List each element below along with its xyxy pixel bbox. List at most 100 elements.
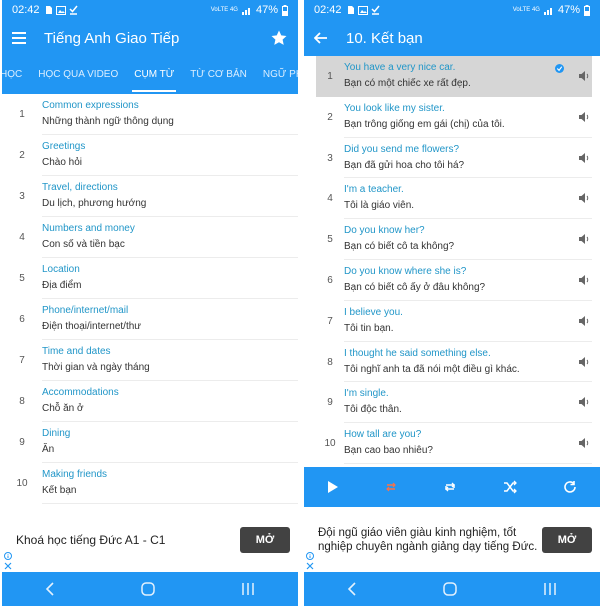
system-nav-bar xyxy=(304,572,600,606)
item-number: 3 xyxy=(19,191,25,202)
phrase-vietnamese: Tôi nghĩ anh ta đã nói một điều gì khác. xyxy=(344,363,520,375)
speaker-icon[interactable] xyxy=(578,192,590,204)
battery-icon xyxy=(584,4,590,16)
phrase-vietnamese: Bạn cao bao nhiêu? xyxy=(344,445,433,457)
list-item[interactable]: 7 Time and dates Thời gian và ngày tháng xyxy=(2,340,298,381)
ad-close-icon[interactable] xyxy=(306,562,314,570)
tab-cum-tu[interactable]: CỤM TỪ xyxy=(126,56,182,94)
phrase-english: I'm a teacher. xyxy=(344,184,404,196)
item-number: 6 xyxy=(19,314,25,325)
speaker-icon[interactable] xyxy=(578,233,590,245)
app-bar: Tiếng Anh Giao Tiếp xyxy=(2,20,298,56)
app-title: Tiếng Anh Giao Tiếp xyxy=(44,29,180,47)
list-item[interactable]: 4 Numbers and money Con số và tiền bạc xyxy=(2,217,298,258)
item-english: Numbers and money xyxy=(42,223,135,234)
phrase-number: 10 xyxy=(324,438,336,450)
list-item[interactable]: 1 Common expressions Những thành ngữ thông… xyxy=(2,94,298,135)
phrase-number: 5 xyxy=(327,234,333,246)
ad-info-icon[interactable] xyxy=(306,552,314,560)
item-english: Location xyxy=(42,264,80,275)
phrase-row[interactable]: 2 You look like my sister. Bạn trông giống… xyxy=(304,97,600,138)
item-vietnamese: Du lịch, phương hướng xyxy=(42,198,147,209)
phrase-row[interactable]: 7 I believe you. Tôi tin bạn. xyxy=(304,301,600,342)
phrase-number: 7 xyxy=(327,315,333,327)
home-icon[interactable] xyxy=(443,582,457,596)
ad-open-button[interactable]: MỞ xyxy=(542,527,592,553)
recents-icon[interactable] xyxy=(241,583,255,595)
item-number: 5 xyxy=(19,273,25,284)
item-number: 8 xyxy=(19,396,25,407)
category-list: 1 Common expressions Những thành ngữ thông… xyxy=(2,94,298,504)
menu-icon[interactable] xyxy=(12,32,26,44)
item-number: 1 xyxy=(19,109,25,120)
list-item[interactable]: 2 Greetings Chào hỏi xyxy=(2,135,298,176)
speaker-icon[interactable] xyxy=(578,152,590,164)
list-item[interactable]: 8 Accommodations Chỗ ăn ở xyxy=(2,381,298,422)
speaker-icon[interactable] xyxy=(578,274,590,286)
tab-tu-co-ban[interactable]: TỪ CƠ BẢN xyxy=(182,56,255,94)
list-item[interactable]: 3 Travel, directions Du lịch, phương hướng xyxy=(2,176,298,217)
phrase-vietnamese: Bạn có biết cô ấy ở đâu không? xyxy=(344,281,486,293)
list-item[interactable]: 9 Dining Ăn xyxy=(2,422,298,463)
signal-icon xyxy=(241,7,250,15)
network-label: VoLTE 4G xyxy=(210,7,238,13)
image-icon xyxy=(55,5,66,15)
phrase-number: 9 xyxy=(327,397,333,409)
item-vietnamese: Chỗ ăn ở xyxy=(42,403,84,414)
phrase-row[interactable]: 9 I'm single. Tôi độc thân. xyxy=(304,382,600,424)
phrase-number: 3 xyxy=(327,152,333,164)
ad-info-icon[interactable] xyxy=(4,552,12,560)
item-english: Common expressions xyxy=(42,100,139,111)
list-item[interactable]: 6 Phone/internet/mail Điện thoại/internet/… xyxy=(2,299,298,340)
phrase-english: I believe you. xyxy=(344,306,403,318)
list-item[interactable]: 5 Location Địa điểm xyxy=(2,258,298,299)
phrase-row[interactable]: 10 How tall are you? Bạn cao bao nhiêu? xyxy=(304,423,600,464)
speaker-icon[interactable] xyxy=(578,396,590,408)
category-tabs: HỌC HỌC QUA VIDEO CỤM TỪ TỪ CƠ BẢN NGỮ P… xyxy=(2,56,298,94)
home-icon[interactable] xyxy=(141,582,155,596)
phrase-english: Do you know where she is? xyxy=(344,265,467,277)
speaker-icon[interactable] xyxy=(578,356,590,368)
refresh-icon[interactable] xyxy=(563,480,577,494)
item-number: 10 xyxy=(16,478,28,489)
phrase-row[interactable]: 6 Do you know where she is? Bạn có biết cô… xyxy=(304,260,600,301)
repeat-icon[interactable] xyxy=(443,480,457,494)
phrase-row[interactable]: 4 I'm a teacher. Tôi là giáo viên. xyxy=(304,178,600,220)
ad-close-icon[interactable] xyxy=(4,562,12,570)
star-icon[interactable] xyxy=(270,29,288,47)
ad-banner[interactable]: Đội ngũ giáo viên giàu kinh nghiệm, tốt … xyxy=(304,508,600,572)
play-icon[interactable] xyxy=(327,480,339,494)
speaker-icon[interactable] xyxy=(578,70,590,82)
list-item[interactable]: 10 Making friends Kết bạn xyxy=(2,463,298,504)
phrase-row[interactable]: 5 Do you know her? Bạn có biết cô ta không… xyxy=(304,219,600,260)
speaker-icon[interactable] xyxy=(578,437,590,449)
tab-ngu-phap[interactable]: NGỮ PHÁ xyxy=(255,56,298,94)
ad-open-button[interactable]: MỞ xyxy=(240,527,290,553)
item-number: 4 xyxy=(19,232,25,243)
tab-hoc-qua-video[interactable]: HỌC QUA VIDEO xyxy=(30,56,126,94)
back-icon[interactable] xyxy=(347,582,357,596)
shuffle-icon[interactable] xyxy=(503,480,517,494)
download-done-icon xyxy=(371,5,380,15)
phrase-row[interactable]: 8 I thought he said something else. Tôi ng… xyxy=(304,342,600,383)
item-vietnamese: Những thành ngữ thông dụng xyxy=(42,116,174,127)
speaker-icon[interactable] xyxy=(578,315,590,327)
back-arrow-icon[interactable] xyxy=(314,32,328,44)
ad-marks xyxy=(4,552,12,570)
speaker-icon[interactable] xyxy=(578,111,590,123)
status-time: 02:42 xyxy=(12,4,40,16)
phrase-number: 2 xyxy=(327,111,333,123)
recents-icon[interactable] xyxy=(543,583,557,595)
phrase-list: 1 You have a very nice car. Bạn có một ch… xyxy=(304,56,600,464)
phrase-row[interactable]: 3 Did you send me flowers? Bạn đã gửi hoa … xyxy=(304,138,600,179)
phrase-vietnamese: Bạn có một chiếc xe rất đẹp. xyxy=(344,78,471,89)
phrase-vietnamese: Bạn đã gửi hoa cho tôi há? xyxy=(344,159,465,171)
repeat-one-icon[interactable] xyxy=(385,481,397,493)
back-icon[interactable] xyxy=(45,582,55,596)
ad-banner[interactable]: Khoá học tiếng Đức A1 - C1 MỞ xyxy=(2,508,298,572)
item-vietnamese: Điện thoại/internet/thư xyxy=(42,321,141,332)
lesson-screen: 02:42 VoLTE 4G 47% 10. Kết bạn 1 You hav… xyxy=(304,0,600,606)
phrase-row[interactable]: 1 You have a very nice car. Bạn có một ch… xyxy=(316,56,592,97)
item-number: 2 xyxy=(19,150,25,161)
tab-hoc[interactable]: HỌC xyxy=(2,56,30,94)
